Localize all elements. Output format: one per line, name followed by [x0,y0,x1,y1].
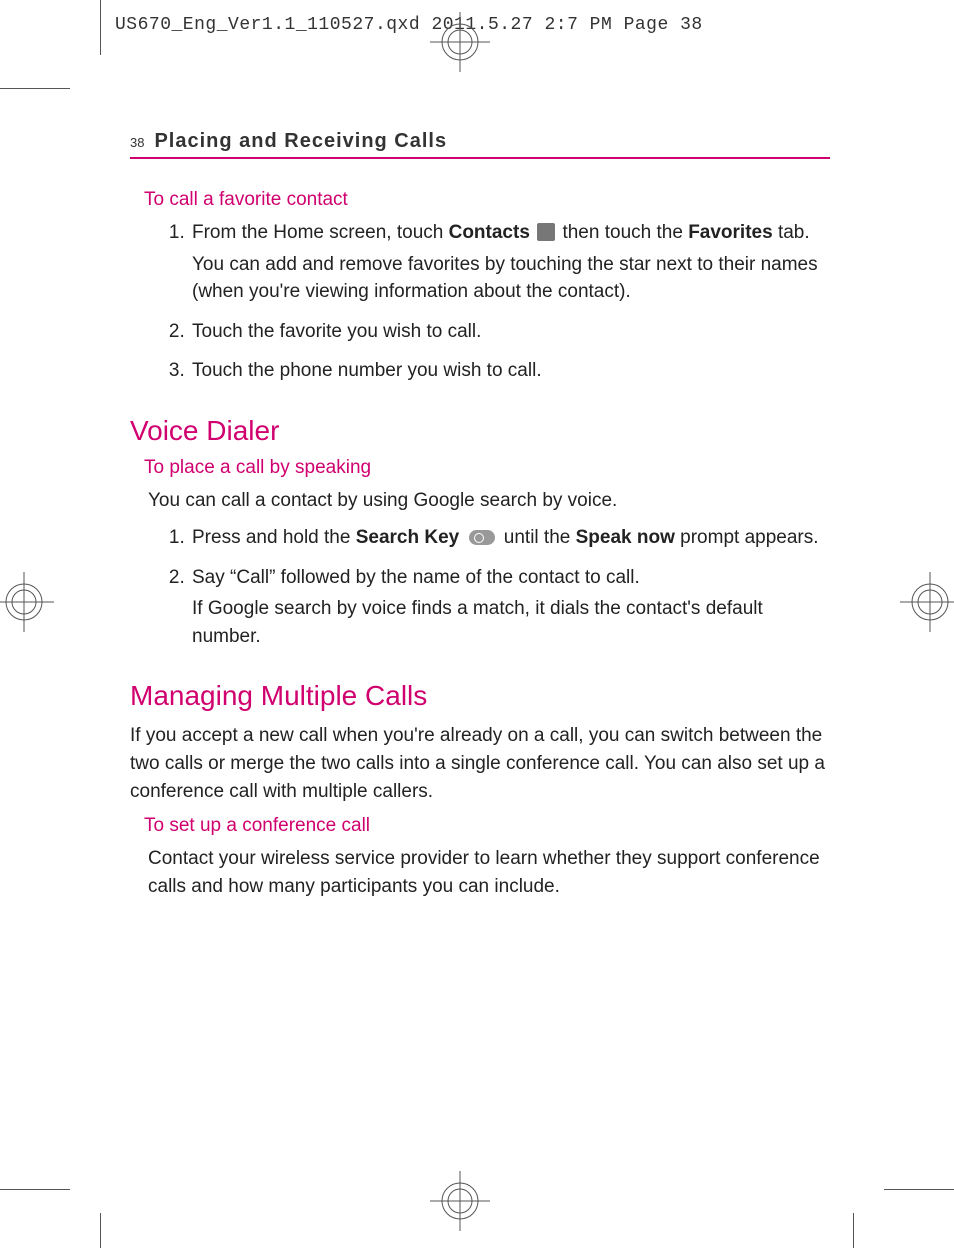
list-item: Touch the favorite you wish to call. [190,318,830,346]
subheading-conference: To set up a conference call [144,815,830,837]
page-content: 38 Placing and Receiving Calls To call a… [130,130,830,910]
text-bold: Favorites [688,222,772,243]
crop-mark [100,1213,101,1248]
voice-steps: Press and hold the Search Key until the … [190,524,830,650]
registration-mark-top [430,12,490,77]
subheading-favorite: To call a favorite contact [144,189,830,211]
text: then touch the [557,222,688,243]
text: until the [499,527,576,548]
crop-mark [0,1189,70,1190]
text: Press and hold the [192,527,356,548]
crop-mark [853,1213,854,1248]
registration-mark-bottom [430,1171,490,1236]
print-slug: US670_Eng_Ver1.1_110527.qxd 2011.5.27 2:… [115,15,703,35]
subheading-speak: To place a call by speaking [144,457,830,479]
paragraph: You can call a contact by using Google s… [148,487,830,515]
search-key-icon [469,530,495,545]
paragraph: If you accept a new call when you're alr… [130,722,830,805]
text: You can add and remove favorites by touc… [192,251,830,306]
page-header: 38 Placing and Receiving Calls [130,130,830,159]
heading-multiple-calls: Managing Multiple Calls [130,680,830,712]
registration-mark-right [900,572,954,637]
crop-mark [884,1189,954,1190]
list-item: From the Home screen, touch Contacts the… [190,219,830,306]
text-bold: Contacts [449,222,530,243]
text: From the Home screen, touch [192,222,449,243]
list-item: Say “Call” followed by the name of the c… [190,564,830,651]
text: prompt appears. [675,527,819,548]
crop-mark [100,0,101,55]
list-item: Touch the phone number you wish to call. [190,357,830,385]
contacts-icon [537,223,555,241]
text: If Google search by voice finds a match,… [192,595,830,650]
favorite-steps: From the Home screen, touch Contacts the… [190,219,830,385]
text: Say “Call” followed by the name of the c… [192,567,640,588]
registration-mark-left [0,572,54,637]
heading-voice-dialer: Voice Dialer [130,415,830,447]
chapter-title: Placing and Receiving Calls [154,130,447,153]
list-item: Press and hold the Search Key until the … [190,524,830,552]
crop-mark [0,88,70,89]
text-bold: Search Key [356,527,460,548]
text: tab. [773,222,810,243]
text-bold: Speak now [576,527,675,548]
paragraph: Contact your wireless service provider t… [148,845,830,900]
page-number: 38 [130,135,144,150]
